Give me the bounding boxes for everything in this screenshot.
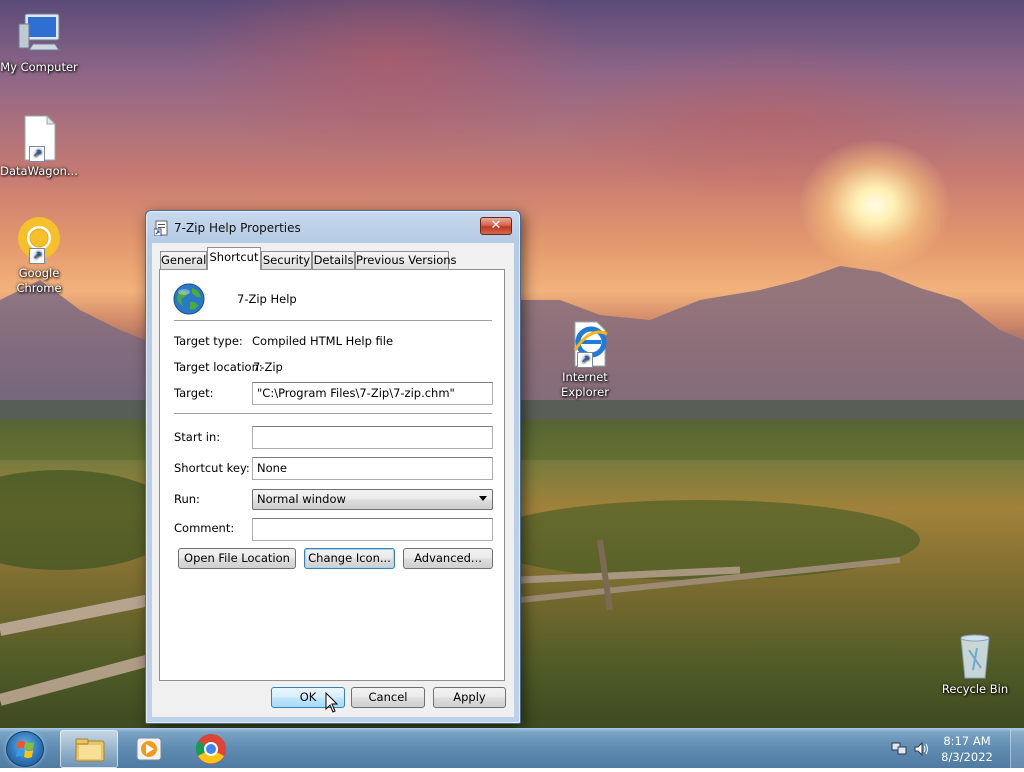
run-select-value: Normal window [257, 492, 346, 506]
target-location-label: Target location: [174, 360, 263, 374]
shortcut-key-field[interactable]: None [252, 457, 493, 480]
clock[interactable]: 8:17 AM 8/3/2022 [932, 733, 1002, 765]
start-in-label: Start in: [174, 430, 221, 444]
run-label: Run: [174, 492, 200, 506]
shortcut-arrow-icon: ↗ [29, 146, 45, 162]
shortcut-key-label: Shortcut key: [174, 461, 250, 475]
tab-general[interactable]: General [160, 251, 207, 269]
shortcut-properties-icon [154, 220, 168, 236]
target-type-value: Compiled HTML Help file [252, 334, 394, 348]
desktop-icon-label: Google Chrome [16, 266, 62, 295]
desktop-icon-internet-explorer[interactable]: ↗ Internet Explorer [546, 320, 624, 400]
shortcut-tab-panel: 7-Zip Help Target type: Compiled HTML He… [159, 269, 505, 681]
desktop-icon-label: My Computer [0, 60, 78, 74]
desktop-icon-recycle-bin[interactable]: Recycle Bin [936, 632, 1014, 697]
chrome-icon [195, 734, 226, 764]
recycle-bin-icon [951, 632, 999, 680]
close-icon: ✕ [490, 218, 502, 233]
desktop-icon-label: Internet Explorer [561, 370, 609, 399]
desktop-icon-google-chrome[interactable]: ↗ Google Chrome [0, 216, 78, 296]
advanced-button[interactable]: Advanced... [403, 548, 493, 569]
shortcut-name: 7-Zip Help [237, 292, 297, 306]
clock-time: 8:17 AM [943, 734, 991, 748]
apply-button[interactable]: Apply [433, 687, 506, 708]
chrome-icon: ↗ [15, 216, 63, 264]
taskbar-file-explorer[interactable] [60, 730, 118, 768]
change-icon-button[interactable]: Change Icon... [304, 548, 395, 569]
windows-logo-icon [16, 741, 34, 758]
media-player-icon [136, 737, 162, 761]
tab-details[interactable]: Details [312, 251, 355, 269]
chevron-down-icon [479, 496, 487, 501]
desktop-icon-label: Recycle Bin [941, 682, 1009, 696]
cancel-button[interactable]: Cancel [351, 687, 425, 708]
taskbar-media-player[interactable] [120, 730, 178, 768]
open-file-location-button[interactable]: Open File Location [178, 548, 296, 569]
document-shortcut-icon: ↗ [15, 114, 63, 162]
taskbar: 8:17 AM 8/3/2022 [0, 728, 1024, 769]
start-in-field[interactable] [252, 426, 493, 449]
start-button[interactable] [6, 731, 44, 767]
close-button[interactable]: ✕ [480, 217, 512, 235]
run-select[interactable]: Normal window [252, 489, 493, 510]
divider [174, 320, 492, 322]
tab-previous-versions[interactable]: Previous Versions [355, 251, 457, 269]
target-label: Target: [174, 386, 214, 400]
desktop-icon-datawagon[interactable]: ↗ DataWagon... [0, 114, 78, 179]
desktop-icon-my-computer[interactable]: My Computer [0, 10, 78, 75]
computer-icon [15, 10, 63, 58]
divider [174, 413, 492, 415]
taskbar-chrome[interactable] [182, 730, 240, 768]
volume-icon[interactable] [914, 742, 930, 756]
help-globe-icon [173, 283, 205, 315]
target-location-value: 7-Zip [253, 360, 283, 374]
properties-dialog: 7-Zip Help Properties ✕ General Shortcut… [145, 210, 521, 724]
target-type-label: Target type: [174, 334, 243, 348]
shortcut-arrow-icon: ↗ [577, 352, 593, 368]
internet-explorer-icon: ↗ [561, 320, 609, 368]
target-field[interactable]: "C:\Program Files\7-Zip\7-zip.chm" [252, 382, 493, 405]
shortcut-arrow-icon: ↗ [29, 248, 45, 264]
comment-field[interactable] [252, 518, 493, 541]
desktop-icon-label: DataWagon... [0, 164, 78, 178]
dialog-client-area: General Shortcut Security Details Previo… [152, 243, 514, 717]
show-desktop-button[interactable] [1010, 729, 1024, 769]
dialog-titlebar[interactable]: 7-Zip Help Properties ✕ [146, 211, 520, 243]
tab-security[interactable]: Security [261, 251, 312, 269]
mouse-cursor-icon [325, 692, 339, 713]
clock-date: 8/3/2022 [941, 750, 993, 764]
network-icon[interactable] [891, 742, 907, 756]
dialog-title: 7-Zip Help Properties [174, 221, 301, 235]
comment-label: Comment: [174, 521, 235, 535]
file-explorer-icon [75, 738, 105, 762]
tab-shortcut[interactable]: Shortcut [207, 247, 261, 270]
